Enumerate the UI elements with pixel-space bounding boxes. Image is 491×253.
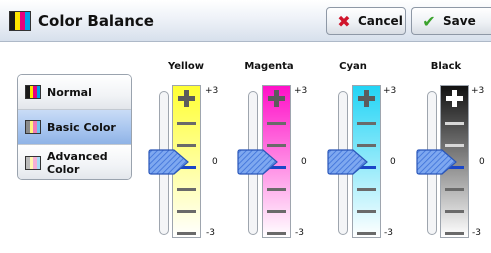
plus-icon [356, 88, 377, 109]
level-tick [357, 232, 376, 235]
black-min-label: -3 [472, 228, 481, 238]
yellow-mid-label: 0 [212, 157, 218, 167]
color-mode-icon [25, 155, 41, 170]
color-mode-list: Normal Basic Color Advanced Color [17, 74, 132, 180]
yellow-max-label: +3 [205, 86, 219, 96]
level-tick [267, 210, 286, 213]
cancel-button[interactable]: ✖ Cancel [326, 7, 406, 35]
level-tick [177, 232, 196, 235]
mode-normal[interactable]: Normal [18, 75, 131, 110]
level-tick [267, 188, 286, 191]
level-tick [177, 188, 196, 191]
level-tick [267, 232, 286, 235]
level-tick [177, 210, 196, 213]
magenta-mid-label: 0 [301, 157, 307, 167]
level-tick [357, 144, 376, 147]
color-mode-icon [25, 85, 41, 99]
mode-advanced-color[interactable]: Advanced Color [18, 145, 131, 179]
color-balance-icon [9, 11, 31, 31]
yellow-min-label: -3 [206, 228, 215, 238]
x-icon: ✖ [337, 11, 351, 31]
mode-label: Normal [47, 85, 92, 99]
level-tick [445, 144, 464, 147]
save-label: Save [443, 14, 476, 28]
save-button[interactable]: ✔ Save [411, 7, 491, 35]
mode-label: Basic Color [47, 120, 116, 134]
level-tick [177, 122, 196, 125]
black-label: Black [430, 61, 462, 72]
cyan-min-label: -3 [384, 228, 393, 238]
magenta-slider-handle[interactable] [237, 148, 279, 176]
level-tick [357, 122, 376, 125]
level-tick [267, 144, 286, 147]
cyan-max-label: +3 [383, 86, 397, 96]
mode-basic-color[interactable]: Basic Color [18, 110, 131, 145]
plus-icon [266, 88, 287, 109]
color-mode-icon [25, 120, 41, 134]
yellow-slider-handle[interactable] [148, 148, 190, 176]
black-slider-handle[interactable] [416, 148, 458, 176]
level-tick [445, 188, 464, 191]
magenta-max-label: +3 [294, 86, 308, 96]
checkmark-icon: ✔ [422, 11, 436, 31]
level-tick [267, 122, 286, 125]
black-max-label: +3 [471, 86, 485, 96]
level-tick [445, 232, 464, 235]
cyan-label: Cyan [339, 61, 367, 72]
cancel-label: Cancel [358, 14, 403, 28]
black-mid-label: 0 [479, 157, 485, 167]
level-tick [445, 122, 464, 125]
cyan-slider-handle[interactable] [327, 148, 369, 176]
level-tick [357, 210, 376, 213]
page-title: Color Balance [38, 12, 154, 30]
mode-label: Advanced Color [47, 149, 108, 176]
level-tick [357, 188, 376, 191]
magenta-min-label: -3 [295, 228, 304, 238]
level-tick [445, 210, 464, 213]
plus-icon [444, 88, 465, 109]
title-bar: Color Balance ✖ Cancel ✔ Save [0, 0, 491, 42]
yellow-label: Yellow [167, 61, 205, 72]
cyan-mid-label: 0 [390, 157, 396, 167]
level-tick [177, 144, 196, 147]
magenta-label: Magenta [244, 61, 294, 72]
plus-icon [176, 88, 197, 109]
